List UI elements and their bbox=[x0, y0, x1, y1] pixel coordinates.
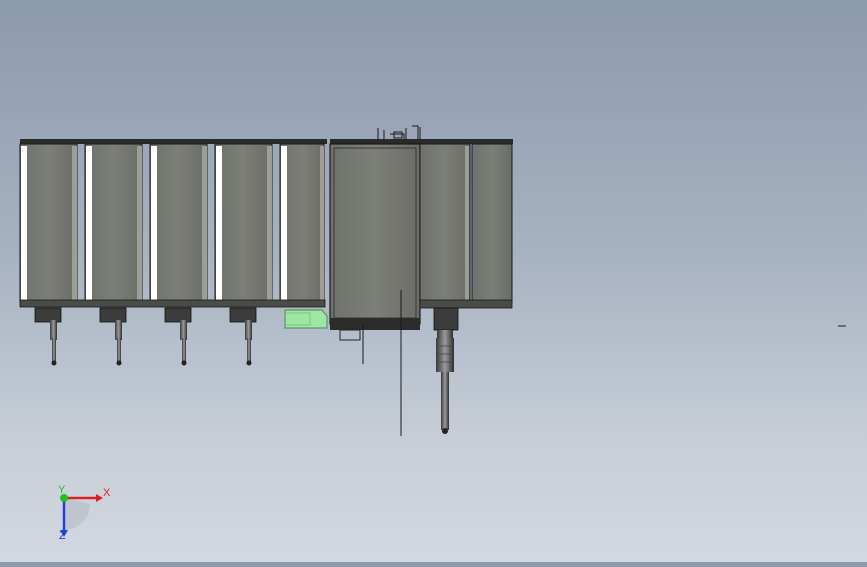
cad-viewport[interactable]: X Y Z bbox=[0, 0, 867, 562]
central-housing[interactable] bbox=[329, 143, 421, 341]
storage-module-3[interactable] bbox=[149, 143, 208, 303]
top-rail-right bbox=[330, 139, 513, 144]
triad-y-label: Y bbox=[58, 484, 66, 496]
storage-module-5[interactable] bbox=[279, 143, 325, 303]
right-module-1[interactable] bbox=[419, 143, 471, 303]
stored-probe-3[interactable] bbox=[164, 307, 192, 366]
selected-part[interactable] bbox=[284, 309, 328, 329]
top-connector bbox=[377, 125, 421, 140]
active-probe[interactable] bbox=[433, 307, 459, 434]
right-module-base bbox=[419, 299, 513, 309]
storage-module-2[interactable] bbox=[84, 143, 143, 303]
right-module-2[interactable] bbox=[471, 143, 513, 303]
orientation-triad bbox=[60, 494, 103, 537]
stored-probe-2[interactable] bbox=[99, 307, 127, 366]
triad-z-label: Z bbox=[59, 530, 66, 542]
storage-module-4[interactable] bbox=[214, 143, 273, 303]
stored-probe-4[interactable] bbox=[229, 307, 257, 366]
stored-probe-1[interactable] bbox=[34, 307, 62, 366]
model-canvas bbox=[19, 125, 846, 537]
storage-module-1[interactable] bbox=[19, 143, 78, 303]
module-base bbox=[19, 299, 326, 308]
top-rail-left bbox=[20, 139, 327, 144]
triad-x-label: X bbox=[103, 487, 111, 499]
